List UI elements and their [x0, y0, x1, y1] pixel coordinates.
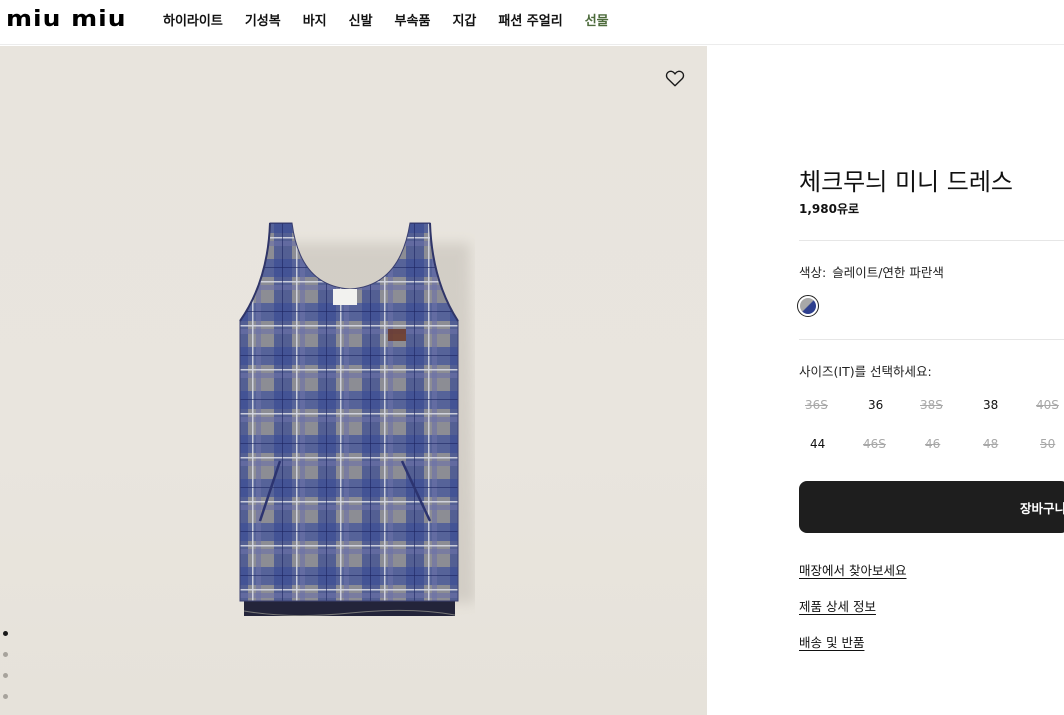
gallery-dot[interactable]: [3, 652, 8, 657]
size-option[interactable]: 46: [925, 430, 965, 458]
nav-item-accessories[interactable]: 부속품: [395, 10, 431, 29]
size-option[interactable]: 36S: [805, 391, 845, 419]
color-label-key: 색상:: [799, 265, 827, 280]
product-details-link[interactable]: 제품 상세 정보: [799, 596, 876, 615]
product-image-dress: [239, 222, 475, 616]
size-option[interactable]: 38: [983, 391, 1023, 419]
nav-item-ready-to-wear[interactable]: 기성복: [245, 10, 281, 29]
brand-logo[interactable]: miu miu: [6, 7, 127, 30]
product-title: 체크무늬 미니 드레스: [799, 168, 1013, 196]
find-in-store-link[interactable]: 매장에서 찾아보세요: [799, 560, 906, 579]
color-label: 색상: 슬레이트/연한 파란색: [799, 262, 944, 281]
nav-item-shoes[interactable]: 신발: [349, 10, 373, 29]
add-to-cart-button[interactable]: 장바구니: [799, 481, 1064, 533]
divider: [799, 240, 1064, 241]
size-option[interactable]: 46S: [863, 430, 903, 458]
color-value: 슬레이트/연한 파란색: [832, 265, 944, 280]
gallery-pagination: [3, 631, 8, 699]
shipping-returns-link[interactable]: 배송 및 반품: [799, 632, 864, 651]
nav-item-wallets[interactable]: 지갑: [452, 10, 476, 29]
size-label: 사이즈(IT)를 선택하세요:: [799, 364, 932, 379]
gallery-dot[interactable]: [3, 673, 8, 678]
nav-item-gifts[interactable]: 선물: [585, 10, 609, 29]
site-header: miu miu 하이라이트 기성복 바지 신발 부속품 지갑 패션 주얼리 선물: [0, 0, 1064, 45]
nav-item-pants[interactable]: 바지: [303, 10, 327, 29]
add-to-cart-label: 장바구니: [1020, 501, 1064, 516]
gallery-dot[interactable]: [3, 694, 8, 699]
size-option[interactable]: 44: [810, 430, 850, 458]
size-option[interactable]: 36: [868, 391, 908, 419]
color-swatch[interactable]: [797, 295, 819, 317]
color-swatch-fill: [800, 298, 816, 314]
nav-item-highlights[interactable]: 하이라이트: [163, 10, 223, 29]
divider: [799, 339, 1064, 340]
nav-item-fashion-jewelry[interactable]: 패션 주얼리: [498, 10, 562, 29]
heart-outline-icon[interactable]: [664, 67, 686, 89]
size-option[interactable]: 38S: [920, 391, 960, 419]
product-details-panel: 체크무늬 미니 드레스 1,980유로 색상: 슬레이트/연한 파란색 사이즈(I…: [707, 46, 1064, 715]
main-nav: 하이라이트 기성복 바지 신발 부속품 지갑 패션 주얼리 선물: [163, 0, 631, 38]
size-option[interactable]: 48: [983, 430, 1023, 458]
product-price: 1,980유로: [799, 202, 860, 216]
product-image-gallery[interactable]: [0, 46, 707, 715]
gallery-dot[interactable]: [3, 631, 8, 636]
size-option[interactable]: 40S: [1036, 391, 1064, 419]
size-option[interactable]: 50: [1040, 430, 1064, 458]
